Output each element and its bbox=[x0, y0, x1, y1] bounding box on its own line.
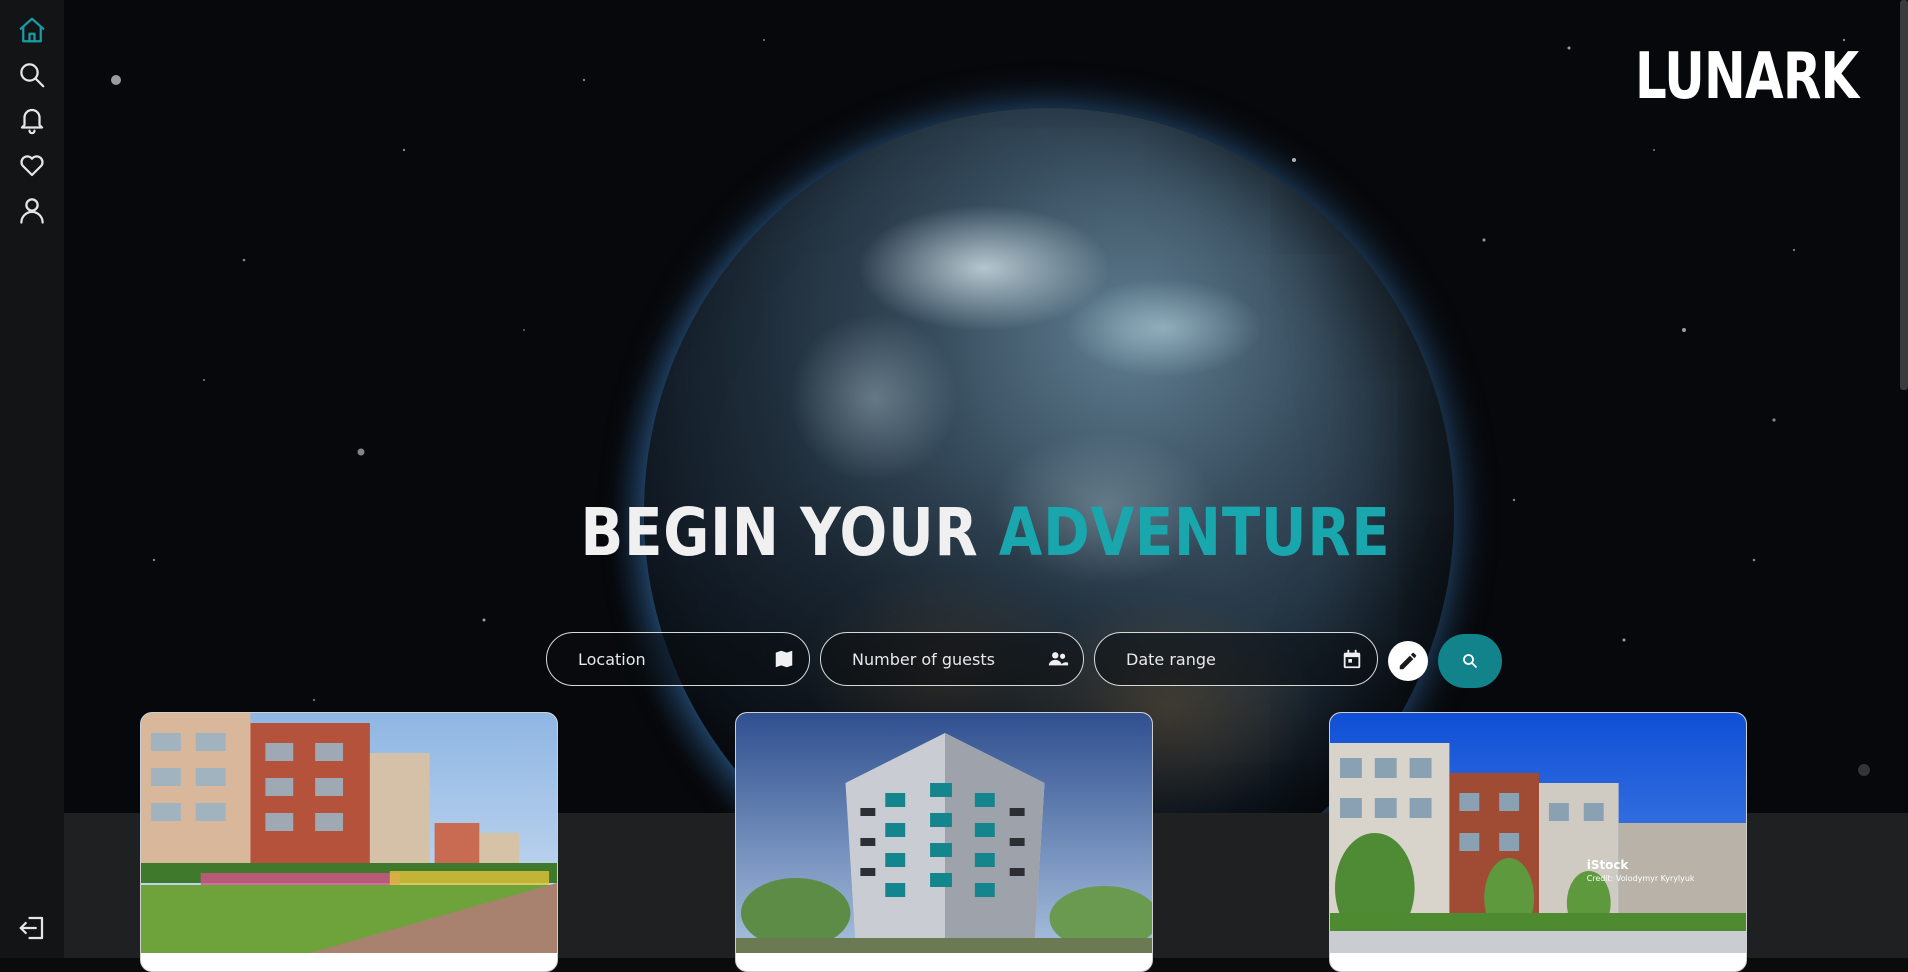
logout-button[interactable] bbox=[14, 910, 50, 946]
date-range-placeholder: Date range bbox=[1126, 649, 1216, 669]
watermark-credit: Credit: Volodymyr Kyrylyuk bbox=[1587, 874, 1695, 883]
search-icon bbox=[1463, 654, 1477, 668]
nav-profile-button[interactable] bbox=[14, 192, 50, 228]
sidebar bbox=[0, 0, 64, 958]
headline-part-2: ADVENTURE bbox=[999, 494, 1392, 571]
search-submit-button[interactable] bbox=[1438, 634, 1502, 688]
listing-card-2[interactable] bbox=[735, 712, 1153, 972]
nav-notifications-button[interactable] bbox=[14, 102, 50, 138]
brand-logo: LUNARK bbox=[1634, 40, 1859, 114]
calendar-icon bbox=[1341, 648, 1363, 670]
bell-icon bbox=[20, 108, 44, 135]
map-icon bbox=[773, 648, 795, 670]
location-placeholder: Location bbox=[578, 649, 646, 669]
heart-icon bbox=[20, 155, 44, 177]
watermark-brand: iStock bbox=[1587, 858, 1630, 872]
user-icon bbox=[20, 198, 44, 224]
logout-icon bbox=[19, 916, 44, 940]
hero-section: LUNARK BEGIN YOUR ADVENTURE bbox=[64, 0, 1908, 813]
nav-home-button[interactable] bbox=[14, 12, 50, 48]
search-icon bbox=[20, 63, 45, 88]
headline-part-1: BEGIN YOUR bbox=[580, 494, 979, 571]
edit-button[interactable] bbox=[1388, 641, 1428, 681]
guests-placeholder: Number of guests bbox=[852, 649, 995, 669]
listing-image-2 bbox=[736, 713, 1152, 953]
listing-card-1[interactable] bbox=[140, 712, 558, 972]
home-icon bbox=[19, 17, 45, 43]
hero-headline: BEGIN YOUR ADVENTURE bbox=[64, 494, 1908, 571]
guests-field[interactable]: Number of guests bbox=[820, 632, 1084, 686]
date-range-field[interactable]: Date range bbox=[1094, 632, 1378, 686]
listing-card-3[interactable]: iStock Credit: Volodymyr Kyrylyuk bbox=[1329, 712, 1747, 972]
listing-image-3: iStock Credit: Volodymyr Kyrylyuk bbox=[1330, 713, 1746, 953]
page-scrollbar[interactable] bbox=[1900, 0, 1908, 390]
listing-image-1 bbox=[141, 713, 557, 953]
people-icon bbox=[1047, 648, 1069, 670]
nav-search-button[interactable] bbox=[14, 57, 50, 93]
location-field[interactable]: Location bbox=[546, 632, 810, 686]
pencil-icon bbox=[1399, 652, 1417, 670]
nav-favorites-button[interactable] bbox=[14, 147, 50, 183]
